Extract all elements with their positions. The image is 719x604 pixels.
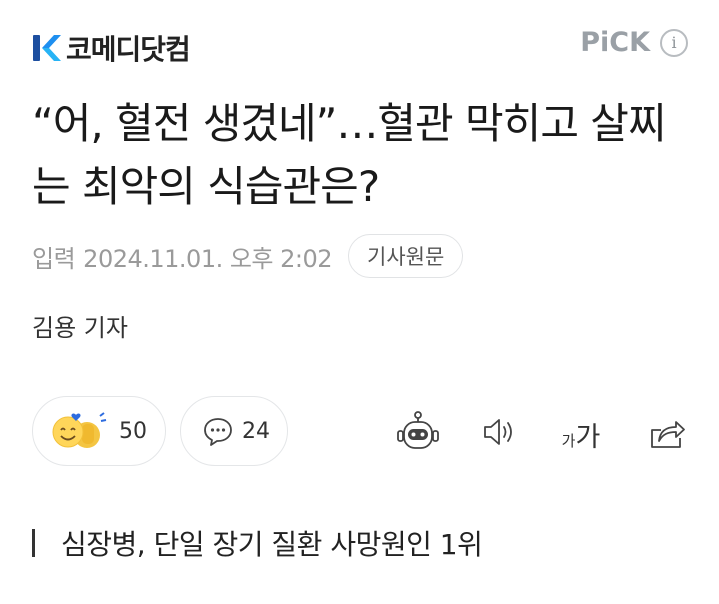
font-size-small-label: 가 [561,432,576,450]
reporter-name[interactable]: 김용 기자 [32,308,128,343]
article-header: 코메디닷컴 PiCK i [0,0,719,90]
reaction-count: 50 [119,418,147,444]
comment-count: 24 [242,418,270,444]
brand-name: 코메디닷컴 [66,33,191,66]
font-size-button[interactable]: 가 가 [559,410,603,454]
brand-logo[interactable]: 코메디닷컴 [32,28,191,68]
share-button[interactable] [645,410,689,454]
pick-label: PiCK [580,27,650,58]
published-date: 2024.11.01. 오후 2:02 [83,244,333,273]
reaction-emoji-icon [52,412,107,448]
subheading-text: 심장병, 단일 장기 질환 사망원인 1위 [61,528,483,561]
article-subheading: 심장병, 단일 장기 질환 사망원인 1위 [32,523,483,563]
robot-icon [397,411,439,449]
font-size-large-label: 가 [575,422,601,453]
brand-logo-mark-icon [33,35,61,61]
article-meta: 입력 2024.11.01. 오후 2:02 기사원문 [32,232,464,280]
share-icon [651,421,685,448]
info-icon[interactable]: i [660,28,688,57]
article-action-bar: 50 24 가 가 [0,392,719,468]
pick-badge[interactable]: PiCK i [580,27,688,58]
subheading-bar [32,529,35,557]
published-label: 입력 [32,244,76,273]
comment-button[interactable]: 24 [180,396,288,466]
speaker-icon [484,419,512,445]
comment-icon [204,418,232,446]
audio-read-button[interactable] [478,410,522,454]
article-headline: “어, 혈전 생겼네”…혈관 막히고 살찌는 최악의 식습관은? [32,99,667,211]
reaction-button[interactable]: 50 [32,396,166,466]
ai-summary-button[interactable] [396,410,440,454]
original-article-button[interactable]: 기사원문 [348,234,464,278]
